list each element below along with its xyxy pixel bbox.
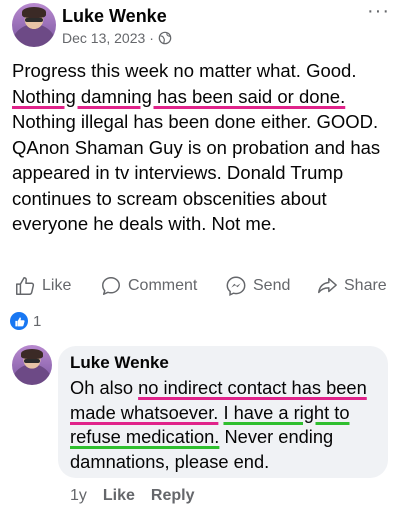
send-label: Send	[253, 277, 291, 294]
globe-icon	[158, 31, 172, 45]
reaction-summary[interactable]: 1	[10, 312, 41, 330]
comment-age[interactable]: 1y	[70, 487, 87, 505]
comment-like-button[interactable]: Like	[103, 487, 135, 505]
comment-bubble: Luke Wenke Oh also no indirect contact h…	[58, 346, 388, 478]
comment-reply-button[interactable]: Reply	[151, 487, 195, 505]
post-text-highlight: Nothing damning has been said or done.	[12, 85, 346, 107]
like-reaction-icon	[10, 312, 28, 330]
avatar-glasses	[24, 358, 40, 363]
share-button[interactable]: Share	[316, 270, 387, 302]
avatar-hair	[21, 7, 47, 18]
more-options-icon[interactable]: ···	[367, 0, 390, 23]
post-date[interactable]: Dec 13, 2023	[62, 30, 145, 46]
comment-label: Comment	[128, 277, 198, 294]
post-author-avatar[interactable]	[12, 3, 56, 47]
meta-separator: ·	[149, 30, 154, 46]
like-label: Like	[42, 277, 72, 294]
reaction-count: 1	[33, 312, 42, 330]
comment-icon	[102, 277, 120, 295]
thumbs-up-icon	[14, 316, 25, 326]
post-action-bar: Like Comment Send Share	[0, 270, 400, 302]
messenger-icon	[226, 276, 246, 296]
send-button[interactable]: Send	[225, 270, 290, 302]
post-text: Progress this week no matter what. Good.…	[12, 58, 392, 237]
comment-author-avatar[interactable]	[12, 345, 52, 385]
post-author-name[interactable]: Luke Wenke	[62, 6, 167, 27]
post-meta: Dec 13, 2023 ·	[62, 30, 172, 46]
like-button[interactable]: Like	[14, 270, 71, 302]
comment-text: Oh also no indirect contact has been mad…	[70, 376, 382, 474]
comment-button[interactable]: Comment	[100, 270, 197, 302]
avatar-glasses	[25, 17, 43, 22]
share-label: Share	[344, 277, 387, 294]
share-arrow-icon	[318, 277, 337, 294]
thumbs-up-icon	[16, 277, 35, 295]
comment-meta: 1y Like Reply	[70, 487, 195, 505]
comment-author-name[interactable]: Luke Wenke	[70, 353, 169, 373]
post-text-part-1: Progress this week no matter what. Good.	[12, 60, 357, 81]
comment-text-part-1: Oh also	[70, 377, 139, 398]
post-text-part-3: Nothing illegal has been done either. GO…	[12, 111, 381, 234]
avatar-hair	[20, 349, 44, 359]
